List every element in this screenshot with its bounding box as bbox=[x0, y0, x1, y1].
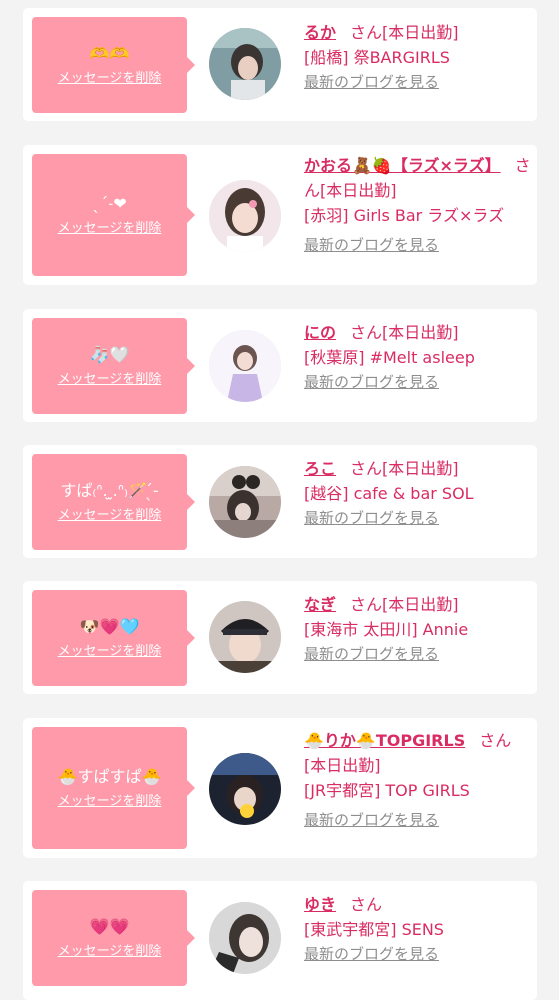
status-label: [本日出勤] bbox=[320, 181, 397, 200]
message-bubble: 🐣すぱすぱ🐣 メッセージを削除 bbox=[32, 727, 195, 849]
avatar[interactable] bbox=[209, 601, 281, 673]
message-text: ˎˊ˗❤︎ bbox=[92, 193, 127, 213]
avatar[interactable] bbox=[209, 466, 281, 538]
cast-name-link[interactable]: ろこ bbox=[304, 459, 336, 478]
message-bubble: 🫶🫶 メッセージを削除 bbox=[32, 17, 195, 113]
cast-name-link[interactable]: ゆき bbox=[304, 895, 336, 914]
message-card: 🐣すぱすぱ🐣 メッセージを削除 🐣りか🐣TOPGIRLS さん [本日出勤] [JR… bbox=[23, 718, 537, 858]
latest-blog-link[interactable]: 最新のブログを見る bbox=[304, 234, 532, 256]
delete-message-link[interactable]: メッセージを削除 bbox=[58, 507, 162, 524]
honorific: さん bbox=[350, 323, 383, 342]
message-card: 🫶🫶 メッセージを削除 るか さん[本日出勤] [船橋] 祭BARGIRLS 最新… bbox=[23, 8, 537, 121]
cast-info: 🐣りか🐣TOPGIRLS さん [本日出勤] [JR宇都宮] TOP GIRLS 最… bbox=[304, 728, 532, 831]
cast-name-link[interactable]: にの bbox=[304, 323, 336, 342]
latest-blog-link[interactable]: 最新のブログを見る bbox=[304, 371, 532, 393]
avatar[interactable] bbox=[209, 180, 281, 252]
delete-message-link[interactable]: メッセージを削除 bbox=[58, 220, 162, 237]
cast-name-link[interactable]: るか bbox=[304, 23, 336, 42]
message-bubble: すぱ₍ᐢ. ̫.ᐢ₎🪄 ̖́- メッセージを削除 bbox=[32, 454, 195, 550]
shop-label: [越谷] cafe & bar SOL bbox=[304, 484, 474, 503]
status-label: [本日出勤] bbox=[382, 23, 459, 42]
avatar[interactable] bbox=[209, 902, 281, 974]
shop-label: [東武宇都宮] SENS bbox=[304, 920, 444, 939]
cast-info: ろこ さん[本日出勤] [越谷] cafe & bar SOL 最新のブログを見る bbox=[304, 456, 532, 529]
cast-info: かおる🧸🍓【ラズ×ラズ】 さん[本日出勤] [赤羽] Girls Bar ラズ×ラ… bbox=[304, 153, 532, 256]
status-label: [本日出勤] bbox=[382, 323, 459, 342]
cast-name-link[interactable]: 🐣りか🐣TOPGIRLS bbox=[304, 731, 465, 750]
message-text: 🐣すぱすぱ🐣 bbox=[57, 766, 162, 786]
delete-message-link[interactable]: メッセージを削除 bbox=[58, 793, 162, 810]
delete-message-link[interactable]: メッセージを削除 bbox=[58, 943, 162, 960]
shop-label: [赤羽] Girls Bar ラズ×ラズ bbox=[304, 206, 505, 225]
latest-blog-link[interactable]: 最新のブログを見る bbox=[304, 809, 532, 831]
message-card: すぱ₍ᐢ. ̫.ᐢ₎🪄 ̖́- メッセージを削除 ろこ さん[本日出勤] [越谷]… bbox=[23, 445, 537, 558]
honorific: さん bbox=[350, 595, 383, 614]
shop-label: [東海市 太田川] Annie bbox=[304, 620, 469, 639]
honorific: さん bbox=[479, 731, 512, 750]
message-card: ˎˊ˗❤︎ メッセージを削除 かおる🧸🍓【ラズ×ラズ】 さん[本日出勤] [赤羽]… bbox=[23, 145, 537, 285]
shop-label: [秋葉原] #Melt asleep bbox=[304, 348, 475, 367]
status-label: [本日出勤] bbox=[382, 595, 459, 614]
message-bubble: ˎˊ˗❤︎ メッセージを削除 bbox=[32, 154, 195, 276]
message-bubble: 💗💗 メッセージを削除 bbox=[32, 890, 195, 986]
delete-message-link[interactable]: メッセージを削除 bbox=[58, 70, 162, 87]
message-text: 💗💗 bbox=[89, 916, 130, 936]
honorific: さん bbox=[350, 895, 383, 914]
cast-info: にの さん[本日出勤] [秋葉原] #Melt asleep 最新のブログを見る bbox=[304, 320, 532, 393]
avatar[interactable] bbox=[209, 330, 281, 402]
cast-info: るか さん[本日出勤] [船橋] 祭BARGIRLS 最新のブログを見る bbox=[304, 20, 532, 93]
message-card: 🐶💗🩵 メッセージを削除 なぎ さん[本日出勤] [東海市 太田川] Annie … bbox=[23, 581, 537, 694]
message-text: 🧦🤍 bbox=[89, 344, 130, 364]
message-bubble: 🧦🤍 メッセージを削除 bbox=[32, 318, 195, 414]
shop-label: [JR宇都宮] TOP GIRLS bbox=[304, 781, 470, 800]
message-text: すぱ₍ᐢ. ̫.ᐢ₎🪄 ̖́- bbox=[60, 480, 159, 500]
delete-message-link[interactable]: メッセージを削除 bbox=[58, 371, 162, 388]
status-label: [本日出勤] bbox=[304, 756, 381, 775]
avatar[interactable] bbox=[209, 28, 281, 100]
message-text: 🐶💗🩵 bbox=[79, 616, 140, 636]
latest-blog-link[interactable]: 最新のブログを見る bbox=[304, 643, 532, 665]
message-bubble: 🐶💗🩵 メッセージを削除 bbox=[32, 590, 195, 686]
honorific: さん bbox=[350, 23, 383, 42]
avatar[interactable] bbox=[209, 753, 281, 825]
cast-name-link[interactable]: なぎ bbox=[304, 595, 336, 614]
cast-name-link[interactable]: かおる🧸🍓【ラズ×ラズ】 bbox=[304, 156, 501, 175]
delete-message-link[interactable]: メッセージを削除 bbox=[58, 643, 162, 660]
honorific: さん bbox=[350, 459, 383, 478]
status-label: [本日出勤] bbox=[382, 459, 459, 478]
latest-blog-link[interactable]: 最新のブログを見る bbox=[304, 507, 532, 529]
shop-label: [船橋] 祭BARGIRLS bbox=[304, 48, 450, 67]
message-card: 🧦🤍 メッセージを削除 にの さん[本日出勤] [秋葉原] #Melt aslee… bbox=[23, 309, 537, 422]
latest-blog-link[interactable]: 最新のブログを見る bbox=[304, 943, 532, 965]
cast-info: ゆき さん [東武宇都宮] SENS 最新のブログを見る bbox=[304, 892, 532, 965]
cast-info: なぎ さん[本日出勤] [東海市 太田川] Annie 最新のブログを見る bbox=[304, 592, 532, 665]
latest-blog-link[interactable]: 最新のブログを見る bbox=[304, 71, 532, 93]
message-text: 🫶🫶 bbox=[89, 43, 130, 63]
message-card: 💗💗 メッセージを削除 ゆき さん [東武宇都宮] SENS 最新のブログを見る bbox=[23, 881, 537, 1000]
